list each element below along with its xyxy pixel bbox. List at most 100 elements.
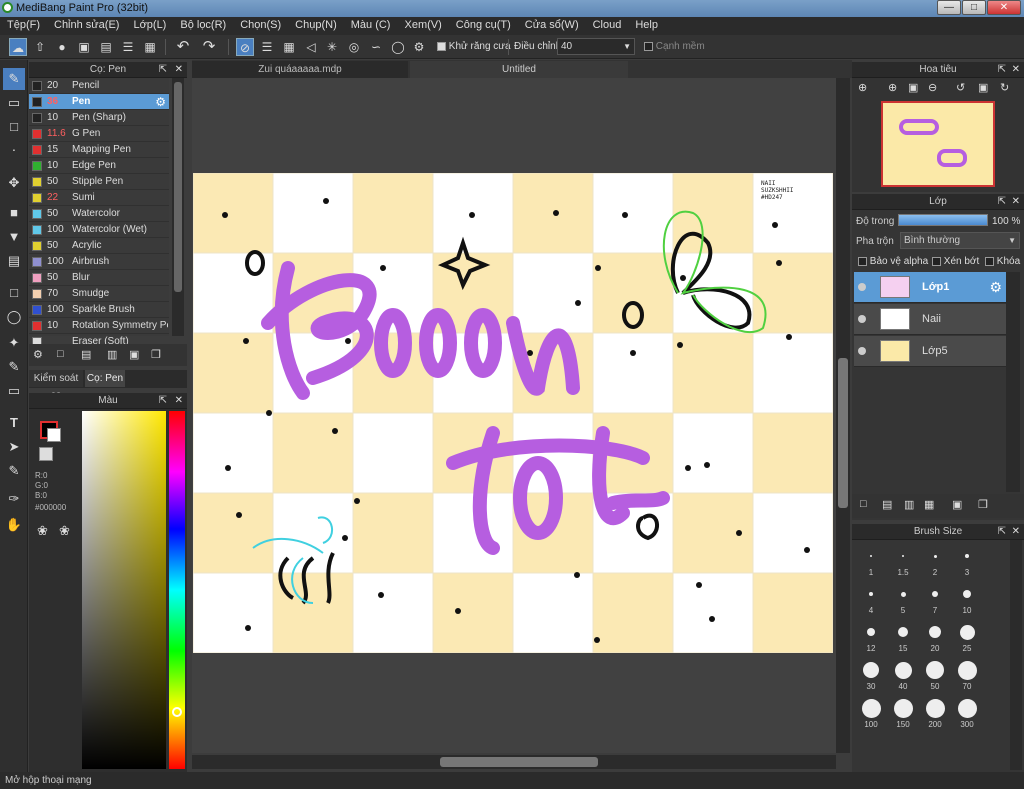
export-icon[interactable]: ⇧: [31, 38, 49, 56]
parallel-snap-icon[interactable]: ☰: [258, 38, 276, 56]
brush-size-preset[interactable]: 40: [888, 658, 918, 694]
brush-size-preset[interactable]: 10: [952, 582, 982, 618]
menu-snap[interactable]: Chụp(N): [288, 17, 344, 35]
brush-item[interactable]: 100 Watercolor (Wet): [29, 222, 169, 238]
close-button[interactable]: ✕: [987, 0, 1021, 15]
document-icon[interactable]: ▤: [97, 38, 115, 56]
brush-item[interactable]: 11.6 G Pen: [29, 126, 169, 142]
new-halftone-layer-icon[interactable]: ▤: [882, 498, 892, 511]
menu-file[interactable]: Tệp(F): [0, 17, 47, 35]
brush-size-preset[interactable]: 20: [920, 620, 950, 656]
brush-item[interactable]: 20 Pencil: [29, 78, 169, 94]
lock-checkbox[interactable]: [985, 256, 994, 266]
brush-item[interactable]: 10 Rotation Symmetry Pe: [29, 318, 169, 334]
curve-snap-icon[interactable]: ∽: [367, 38, 385, 56]
brush-size-preset[interactable]: 100: [856, 696, 886, 732]
brush-item[interactable]: 100 Sparkle Brush: [29, 302, 169, 318]
saturation-value-picker[interactable]: [82, 411, 166, 769]
close-icon[interactable]: ✕: [1012, 194, 1020, 210]
brush-size-preset[interactable]: 1: [856, 544, 886, 580]
menu-filter[interactable]: Bộ lọc(R): [173, 17, 233, 35]
select-rect-icon[interactable]: □: [3, 282, 25, 304]
menu-select[interactable]: Chọn(S): [233, 17, 288, 35]
list-icon[interactable]: ☰: [119, 38, 137, 56]
brush-tool-icon[interactable]: ✎: [3, 68, 25, 90]
close-icon[interactable]: ✕: [1012, 524, 1020, 540]
undock-icon[interactable]: ⇱: [998, 194, 1006, 210]
zoom-in-alt-icon[interactable]: ⊕: [888, 81, 897, 94]
zoom-in-icon[interactable]: ⊕: [858, 81, 867, 94]
concentric-snap-icon[interactable]: ◎: [345, 38, 363, 56]
lock-option[interactable]: Khóa: [985, 256, 1020, 267]
secondary-color-swatch[interactable]: [47, 428, 61, 442]
text-tool-icon[interactable]: T: [3, 412, 25, 434]
brush-size-preset[interactable]: 50: [920, 658, 950, 694]
color-settings-icon[interactable]: ❀: [59, 523, 70, 539]
brush-list-scrollbar[interactable]: [172, 78, 184, 336]
eyedropper-icon[interactable]: ✑: [3, 488, 25, 510]
brush-size-preset[interactable]: 1.5: [888, 544, 918, 580]
tab-zui-quaaaaaa[interactable]: Zui quáaaaaa.mdp: [192, 61, 408, 78]
brush-item[interactable]: 22 Sumi: [29, 190, 169, 206]
grid-icon[interactable]: ▦: [141, 38, 159, 56]
brush-size-preset[interactable]: 4: [856, 582, 886, 618]
menu-view[interactable]: Xem(V): [397, 17, 448, 35]
dot-tool-icon[interactable]: ⋅: [3, 140, 25, 162]
adjust-dropdown[interactable]: 40 ▼: [557, 38, 635, 55]
comment-icon[interactable]: ●: [53, 38, 71, 56]
brush-item[interactable]: 50 Stipple Pen: [29, 174, 169, 190]
fill-rect-tool-icon[interactable]: ■: [3, 202, 25, 224]
close-icon[interactable]: ✕: [175, 393, 183, 409]
brush-item[interactable]: 15 Mapping Pen: [29, 142, 169, 158]
radial-snap-icon[interactable]: ✳: [323, 38, 341, 56]
duplicate-icon[interactable]: ❐: [151, 348, 161, 361]
brush-size-preset[interactable]: 7: [920, 582, 950, 618]
brush-size-preset[interactable]: 12: [856, 620, 886, 656]
brush-size-scrollbar[interactable]: [1010, 540, 1022, 770]
hue-slider[interactable]: [169, 411, 185, 769]
menu-layer[interactable]: Lớp(L): [126, 17, 173, 35]
soft-edge-checkbox[interactable]: [644, 41, 653, 51]
zoom-out-icon[interactable]: ⊖: [928, 81, 937, 94]
folder-icon[interactable]: ▣: [129, 348, 139, 361]
visibility-icon[interactable]: [858, 283, 866, 291]
perspective-snap-icon[interactable]: ◁: [302, 38, 320, 56]
new-layer-icon[interactable]: □: [860, 498, 867, 510]
select-pen-icon[interactable]: ✎: [3, 356, 25, 378]
menu-window[interactable]: Cửa sổ(W): [518, 17, 586, 35]
minimize-button[interactable]: —: [937, 0, 961, 15]
tab-brush-pen[interactable]: Cọ: Pen: [85, 370, 125, 387]
brush-size-preset[interactable]: 70: [952, 658, 982, 694]
brush-item[interactable]: 10 Pen (Sharp): [29, 110, 169, 126]
horizontal-scroll-thumb[interactable]: [440, 757, 598, 767]
close-icon[interactable]: ✕: [175, 62, 183, 78]
menu-edit[interactable]: Chỉnh sửa(E): [47, 17, 126, 35]
brush-item[interactable]: 100 Airbrush: [29, 254, 169, 270]
brush-item[interactable]: 50 Blur: [29, 270, 169, 286]
magic-wand-icon[interactable]: ✦: [3, 332, 25, 354]
blend-dropdown[interactable]: Bình thường ▼: [900, 232, 1020, 249]
maximize-button[interactable]: □: [962, 0, 986, 15]
brush-size-preset[interactable]: 15: [888, 620, 918, 656]
select-eraser-icon[interactable]: ▭: [3, 380, 25, 402]
gear-icon[interactable]: ⚙: [155, 94, 166, 110]
brush-item[interactable]: 36 Pen ⚙: [29, 94, 169, 110]
horizontal-scrollbar[interactable]: [192, 755, 836, 769]
message-icon[interactable]: ▣: [75, 38, 93, 56]
duplicate-icon[interactable]: ❐: [978, 498, 988, 511]
transparent-color-swatch[interactable]: [39, 447, 53, 461]
antialias-option[interactable]: Khử răng cưa: [437, 41, 511, 52]
undock-icon[interactable]: ⇱: [159, 62, 167, 78]
brush-size-preset[interactable]: 2: [920, 544, 950, 580]
bucket-tool-icon[interactable]: ▼: [3, 226, 25, 248]
add-brush-icon[interactable]: ⚙: [33, 348, 43, 361]
drawing-canvas[interactable]: NAII SUZKSHHII #HD247: [193, 173, 833, 653]
import-brush-icon[interactable]: ▤: [81, 348, 91, 361]
brush-size-preset[interactable]: 3: [952, 544, 982, 580]
hand-tool-icon[interactable]: ✋: [3, 514, 25, 536]
no-snap-icon[interactable]: ⊘: [236, 38, 254, 56]
antialias-checkbox[interactable]: [437, 41, 446, 51]
protect-alpha-checkbox[interactable]: [858, 256, 867, 266]
operation-tool-icon[interactable]: ➤: [3, 436, 25, 458]
shape-tool-icon[interactable]: □: [3, 116, 25, 138]
